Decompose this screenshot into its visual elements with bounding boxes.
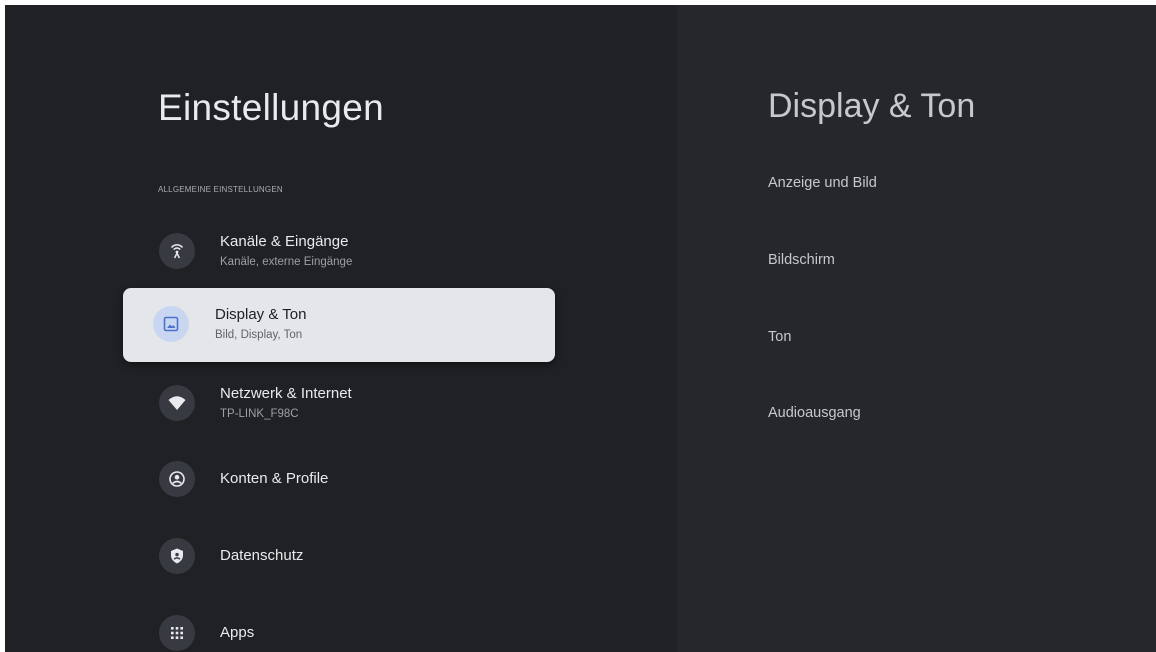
- menu-item-sublabel: TP-LINK_F98C: [220, 408, 299, 420]
- image-icon: [153, 306, 189, 342]
- detail-item-sound[interactable]: Ton: [768, 329, 791, 345]
- menu-item-sublabel: Bild, Display, Ton: [215, 329, 303, 341]
- menu-item-label: Apps: [220, 624, 255, 641]
- menu-item-label: Kanäle & Eingänge: [220, 233, 349, 250]
- antenna-icon: [159, 233, 195, 269]
- wifi-icon: [159, 385, 195, 421]
- detail-item-screen[interactable]: Bildschirm: [768, 252, 835, 268]
- menu-item-display-sound[interactable]: Display & Ton Bild, Display, Ton: [123, 288, 555, 362]
- detail-panel: Display & Ton Anzeige und Bild Bildschir…: [677, 5, 1156, 652]
- detail-title: Display & Ton: [768, 87, 976, 125]
- menu-item-label: Display & Ton: [215, 306, 307, 323]
- detail-item-audio-output[interactable]: Audioausgang: [768, 405, 861, 421]
- tv-screen: Einstellungen ALLGEMEINE EINSTELLUNGEN K…: [5, 5, 1156, 652]
- menu-item-label: Netzwerk & Internet: [220, 385, 352, 402]
- menu-item-accounts-profiles[interactable]: Konten & Profile: [123, 443, 555, 517]
- account-icon: [159, 461, 195, 497]
- page-title: Einstellungen: [158, 87, 385, 128]
- menu-item-network-internet[interactable]: Netzwerk & Internet TP-LINK_F98C: [123, 367, 555, 441]
- menu-item-label: Datenschutz: [220, 547, 304, 564]
- menu-item-apps[interactable]: Apps: [123, 597, 555, 652]
- detail-item-display-picture[interactable]: Anzeige und Bild: [768, 175, 877, 191]
- menu-item-label: Konten & Profile: [220, 470, 329, 487]
- menu-item-sublabel: Kanäle, externe Eingänge: [220, 256, 353, 268]
- section-header: ALLGEMEINE EINSTELLUNGEN: [158, 185, 283, 194]
- apps-grid-icon: [159, 615, 195, 651]
- menu-item-channels-inputs[interactable]: Kanäle & Eingänge Kanäle, externe Eingän…: [123, 215, 555, 289]
- shield-icon: [159, 538, 195, 574]
- menu-item-privacy[interactable]: Datenschutz: [123, 520, 555, 594]
